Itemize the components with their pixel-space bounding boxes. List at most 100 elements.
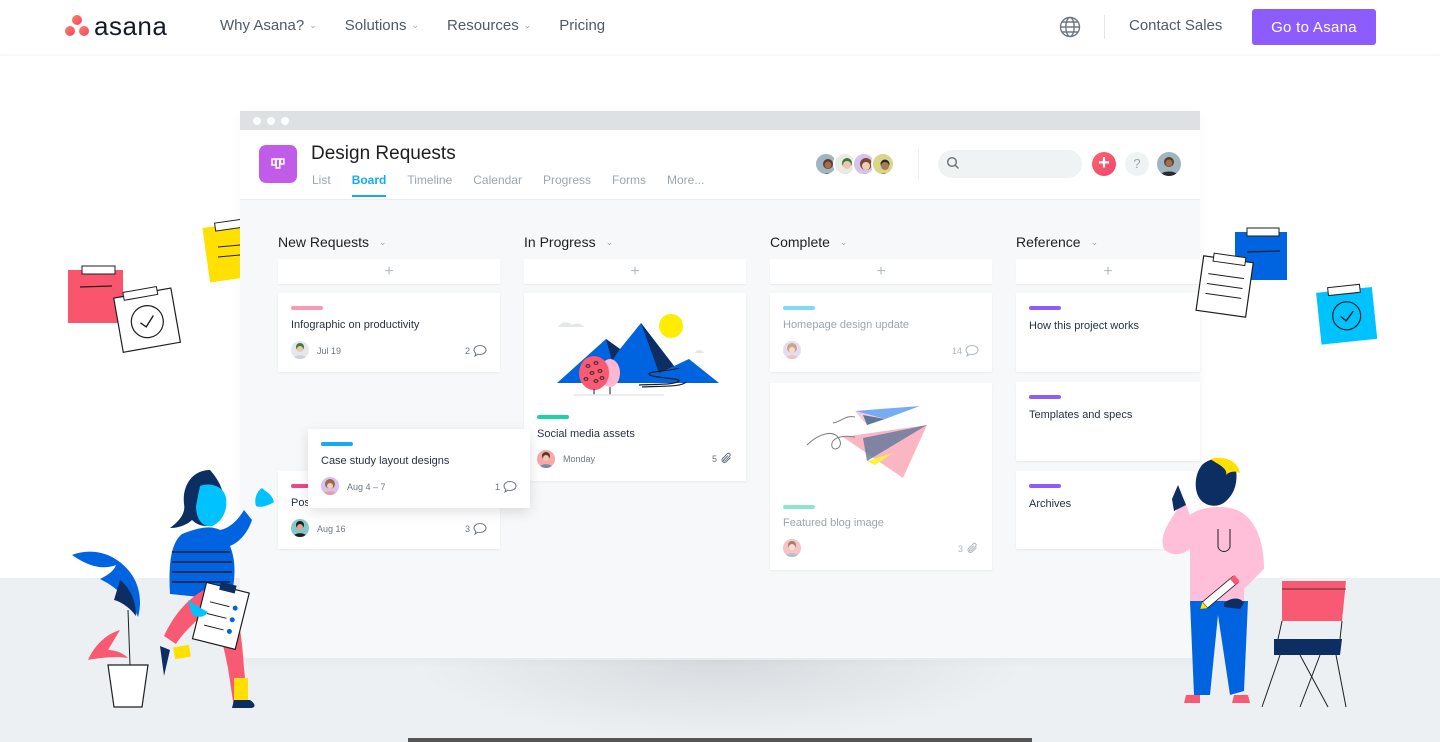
nav-why-asana[interactable]: Why Asana? ⌄ bbox=[220, 17, 317, 34]
assignee-avatar bbox=[321, 477, 339, 495]
column-header[interactable]: In Progress ⌄ bbox=[524, 231, 746, 253]
project-members[interactable] bbox=[814, 152, 895, 176]
comment-count: 3 bbox=[465, 522, 487, 535]
column-reference: Reference ⌄ + bbox=[1016, 231, 1200, 284]
comment-icon bbox=[503, 480, 517, 493]
add-task-button[interactable]: + bbox=[1016, 259, 1200, 284]
task-card[interactable]: Featured blog image 3 bbox=[770, 383, 992, 570]
chevron-down-icon: ⌄ bbox=[379, 236, 387, 247]
tag-bar bbox=[783, 306, 815, 310]
nav-solutions[interactable]: Solutions ⌄ bbox=[345, 17, 419, 34]
task-name: Social media assets bbox=[537, 428, 635, 440]
due-date: Aug 4 – 7 bbox=[347, 482, 386, 492]
task-name: Homepage design update bbox=[783, 319, 909, 331]
column-header[interactable]: Reference ⌄ bbox=[1016, 231, 1200, 253]
assignee-avatar bbox=[783, 341, 801, 359]
running-person-illustration bbox=[72, 470, 274, 708]
task-card[interactable]: Homepage design update 14 bbox=[770, 293, 992, 372]
globe-icon[interactable] bbox=[1059, 16, 1081, 38]
task-card[interactable]: How this project works bbox=[1016, 293, 1200, 372]
chevron-down-icon: ⌄ bbox=[523, 20, 532, 30]
attachment-count: 5 bbox=[712, 452, 733, 465]
comment-icon bbox=[965, 344, 979, 357]
tab-progress[interactable]: Progress bbox=[543, 173, 591, 199]
tag-bar bbox=[321, 442, 353, 446]
project-title: Design Requests bbox=[311, 143, 456, 164]
task-name: Archives bbox=[1029, 498, 1072, 510]
column-title: New Requests bbox=[278, 234, 370, 250]
window-shadow bbox=[410, 660, 1030, 740]
project-tabs: List Board Timeline Calendar Progress Fo… bbox=[312, 173, 725, 199]
tag-bar bbox=[1029, 484, 1061, 488]
search-icon bbox=[946, 156, 960, 170]
due-date: Aug 16 bbox=[317, 524, 346, 534]
tab-more[interactable]: More... bbox=[667, 173, 704, 199]
task-name: How this project works bbox=[1029, 320, 1140, 332]
nav-links: Why Asana? ⌄ Solutions ⌄ Resources ⌄ Pricin… bbox=[220, 17, 633, 34]
add-task-button[interactable]: + bbox=[278, 259, 500, 284]
chevron-down-icon: ⌄ bbox=[839, 236, 848, 247]
tab-board[interactable]: Board bbox=[351, 173, 386, 199]
comment-icon bbox=[473, 344, 487, 357]
column-header[interactable]: Complete ⌄ bbox=[770, 231, 992, 253]
task-card[interactable]: Infographic on productivity Jul 19 2 bbox=[278, 293, 500, 372]
nav-link-label: Solutions bbox=[344, 17, 407, 34]
paper-plane-illustration bbox=[806, 406, 927, 478]
task-card[interactable]: Templates and specs bbox=[1016, 382, 1200, 461]
asana-logo[interactable]: asana bbox=[64, 13, 167, 39]
task-card[interactable]: Social media assets Monday 5 bbox=[524, 293, 746, 481]
tab-calendar[interactable]: Calendar bbox=[473, 173, 522, 199]
nav-resources[interactable]: Resources ⌄ bbox=[447, 17, 531, 34]
comment-count: 2 bbox=[465, 344, 487, 357]
column-title: In Progress bbox=[524, 234, 596, 250]
window-titlebar bbox=[240, 111, 1200, 130]
window-dot bbox=[267, 117, 275, 125]
nav-link-label: Pricing bbox=[559, 17, 606, 34]
avatar bbox=[871, 152, 895, 176]
chevron-down-icon: ⌄ bbox=[1090, 236, 1099, 247]
count-value: 3 bbox=[957, 543, 963, 554]
top-nav: asana Why Asana? ⌄ Solutions ⌄ Resources ⌄ … bbox=[0, 0, 1440, 54]
contact-sales-link[interactable]: Contact Sales bbox=[1129, 17, 1222, 34]
tag-bar bbox=[1029, 395, 1061, 399]
thinking-person-illustration bbox=[1162, 457, 1347, 708]
logo-icon bbox=[64, 14, 90, 38]
user-avatar[interactable] bbox=[1157, 152, 1181, 176]
add-task-button[interactable]: + bbox=[770, 259, 992, 284]
nav-link-label: Why Asana? bbox=[220, 17, 305, 34]
assignee-avatar bbox=[783, 539, 801, 557]
task-name: Infographic on productivity bbox=[291, 319, 420, 331]
help-button[interactable]: ? bbox=[1125, 152, 1149, 176]
dragging-task-card[interactable]: Case study layout designs Aug 4 – 7 1 bbox=[308, 429, 530, 508]
nav-pricing[interactable]: Pricing bbox=[559, 17, 605, 34]
window-dot bbox=[253, 117, 261, 125]
column-header[interactable]: New Requests ⌄ bbox=[278, 231, 500, 253]
chevron-down-icon: ⌄ bbox=[309, 20, 317, 30]
attachment-icon bbox=[721, 452, 731, 463]
attachment-icon bbox=[967, 542, 977, 553]
comment-icon bbox=[473, 522, 487, 535]
go-to-asana-button[interactable]: Go to Asana bbox=[1252, 9, 1376, 45]
tag-bar bbox=[1029, 306, 1061, 310]
task-name: Templates and specs bbox=[1029, 409, 1133, 421]
task-name: Case study layout designs bbox=[321, 455, 450, 467]
count-value: 5 bbox=[711, 453, 717, 464]
add-task-button[interactable]: + bbox=[524, 259, 746, 284]
window-dot bbox=[281, 117, 289, 125]
task-name: Featured blog image bbox=[783, 517, 884, 529]
nav-divider bbox=[1104, 15, 1105, 39]
column-in-progress: In Progress ⌄ + bbox=[524, 231, 746, 284]
floor-line bbox=[408, 738, 1032, 742]
due-date: Monday bbox=[563, 454, 596, 464]
page: asana Why Asana? ⌄ Solutions ⌄ Resources ⌄ … bbox=[0, 0, 1440, 742]
count-value: 14 bbox=[951, 345, 962, 356]
tab-forms[interactable]: Forms bbox=[612, 173, 646, 199]
tag-bar bbox=[537, 415, 569, 419]
board-icon bbox=[271, 158, 285, 169]
quick-add-button[interactable]: + bbox=[1092, 152, 1116, 176]
count-value: 3 bbox=[464, 523, 470, 534]
nav-link-label: Resources bbox=[447, 17, 519, 34]
tab-timeline[interactable]: Timeline bbox=[407, 173, 452, 199]
tab-list[interactable]: List bbox=[312, 173, 331, 199]
comment-count: 14 bbox=[952, 344, 979, 357]
